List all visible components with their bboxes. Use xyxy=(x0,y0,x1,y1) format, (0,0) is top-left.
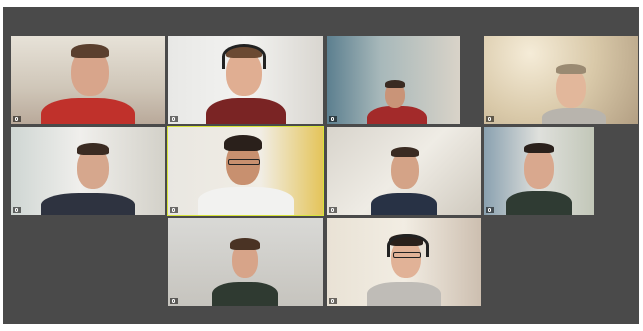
mic-icon xyxy=(172,298,175,303)
participant-tile-2[interactable] xyxy=(168,36,323,124)
glasses-icon xyxy=(228,159,260,165)
mic-icon xyxy=(172,116,175,121)
participant-tile-9[interactable] xyxy=(168,218,323,306)
mic-icon xyxy=(15,116,18,121)
participant-name-label xyxy=(486,207,494,213)
video-gallery xyxy=(3,7,639,324)
participant-name-label xyxy=(170,298,178,304)
participant-tile-4[interactable] xyxy=(484,36,638,124)
participant-name-label xyxy=(13,207,21,213)
participant-name-label xyxy=(170,116,178,122)
mic-icon xyxy=(331,116,334,121)
headset-icon xyxy=(222,44,266,69)
mic-icon xyxy=(172,207,175,212)
participant-tile-8[interactable] xyxy=(484,127,594,215)
glasses-icon xyxy=(393,252,421,258)
participant-tile-5[interactable] xyxy=(11,127,165,215)
participant-tile-6-active-speaker[interactable] xyxy=(167,126,324,216)
participant-name-label xyxy=(170,207,178,213)
participant-name-label xyxy=(329,116,337,122)
participant-name-label xyxy=(329,207,337,213)
participant-tile-7[interactable] xyxy=(327,127,481,215)
participant-tile-10[interactable] xyxy=(327,218,481,306)
mic-icon xyxy=(331,207,334,212)
participant-tile-3[interactable] xyxy=(327,36,460,124)
mic-icon xyxy=(488,207,491,212)
participant-name-label xyxy=(329,298,337,304)
participant-name-label xyxy=(486,116,494,122)
mic-icon xyxy=(488,116,491,121)
mic-icon xyxy=(331,298,334,303)
participant-tile-1[interactable] xyxy=(11,36,165,124)
participant-name-label xyxy=(13,116,21,122)
mic-icon xyxy=(15,207,18,212)
